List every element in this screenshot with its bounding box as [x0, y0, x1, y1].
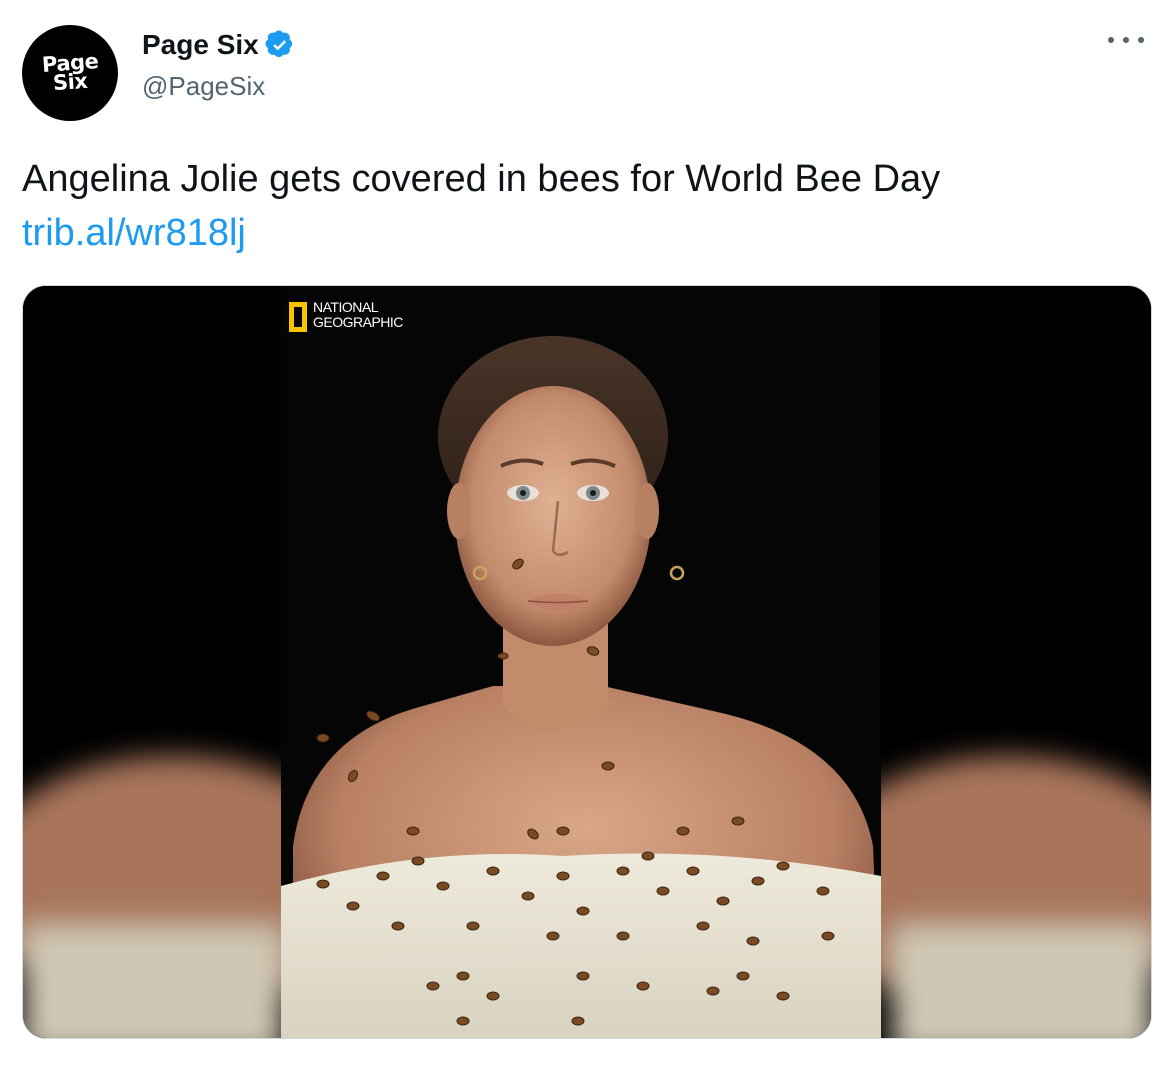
tweet-text: Angelina Jolie gets covered in bees for … [22, 152, 1142, 260]
logo-line1: NATIONAL [313, 299, 378, 315]
avatar[interactable]: Page Six [22, 25, 118, 121]
more-options-icon[interactable] [1108, 30, 1144, 50]
author-display-name[interactable]: Page Six [142, 29, 259, 61]
verified-badge-icon [265, 30, 292, 58]
yellow-border-icon [289, 302, 307, 332]
tweet-media-image[interactable]: NATIONAL GEOGRAPHIC [22, 285, 1152, 1039]
logo-text: NATIONAL GEOGRAPHIC [313, 300, 403, 330]
tweet-card: Page Six Page Six @PageSix Angelina Joli… [0, 0, 1168, 1070]
author-name-row: Page Six [142, 28, 295, 62]
more-dot [1123, 37, 1129, 43]
tweet-body: Angelina Jolie gets covered in bees for … [22, 158, 941, 200]
more-dot [1108, 37, 1114, 43]
author-handle[interactable]: @PageSix [142, 71, 265, 102]
more-dot [1138, 37, 1144, 43]
tweet-link[interactable]: trib.al/wr818lj [22, 206, 1142, 260]
avatar-logo-line2: Six [51, 68, 88, 96]
logo-line2: GEOGRAPHIC [313, 314, 403, 330]
national-geographic-logo: NATIONAL GEOGRAPHIC [289, 300, 403, 332]
bee-portrait-photo [23, 286, 1151, 1038]
